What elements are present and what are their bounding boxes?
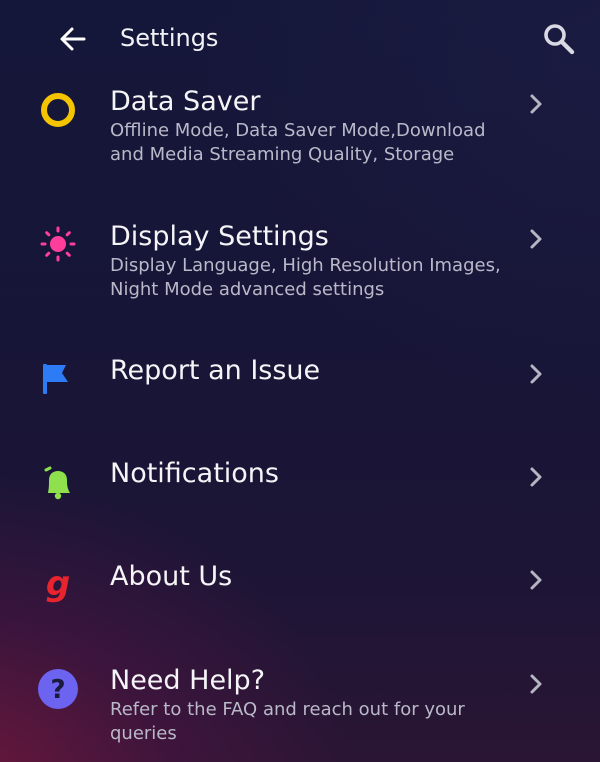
settings-item-title: Display Settings bbox=[110, 221, 329, 252]
gaana-logo-icon: g bbox=[45, 564, 71, 604]
chevron-right-icon bbox=[530, 467, 542, 487]
settings-item-description: Offline Mode, Data Saver Mode,Download a… bbox=[110, 120, 486, 165]
sun-icon bbox=[36, 222, 80, 266]
help-icon: ? bbox=[36, 667, 80, 711]
ring-icon bbox=[36, 88, 80, 132]
settings-item-report-issue[interactable]: Report an Issue bbox=[0, 352, 600, 402]
settings-item-about-us[interactable]: g About Us bbox=[0, 558, 600, 608]
settings-item-description: Refer to the FAQ and reach out for your … bbox=[110, 699, 465, 744]
settings-item-display-settings[interactable]: Display Settings Display Language, High … bbox=[0, 218, 600, 314]
chevron-right-icon bbox=[530, 570, 542, 590]
bell-icon bbox=[36, 460, 80, 504]
settings-item-title: Data Saver bbox=[110, 86, 261, 117]
settings-item-title: Report an Issue bbox=[110, 355, 321, 386]
svg-text:?: ? bbox=[50, 675, 65, 705]
page-title: Settings bbox=[120, 24, 219, 52]
search-icon bbox=[544, 24, 575, 55]
settings-item-need-help[interactable]: ? Need Help? Refer to the FAQ and reach … bbox=[0, 662, 600, 758]
chevron-right-icon bbox=[530, 674, 542, 694]
flag-icon bbox=[36, 356, 80, 400]
settings-item-description: Display Language, High Resolution Images… bbox=[110, 255, 501, 300]
search-button[interactable] bbox=[540, 20, 578, 58]
settings-item-title: About Us bbox=[110, 561, 233, 592]
settings-item-data-saver[interactable]: Data Saver Offline Mode, Data Saver Mode… bbox=[0, 82, 600, 178]
settings-item-title: Need Help? bbox=[110, 665, 266, 696]
chevron-right-icon bbox=[530, 229, 542, 249]
chevron-right-icon bbox=[530, 364, 542, 384]
settings-item-title: Notifications bbox=[110, 458, 279, 489]
back-button[interactable] bbox=[56, 22, 90, 56]
arrow-left-icon bbox=[60, 27, 86, 51]
chevron-right-icon bbox=[530, 94, 542, 114]
app-header: Settings bbox=[0, 0, 600, 76]
settings-item-notifications[interactable]: Notifications bbox=[0, 455, 600, 505]
